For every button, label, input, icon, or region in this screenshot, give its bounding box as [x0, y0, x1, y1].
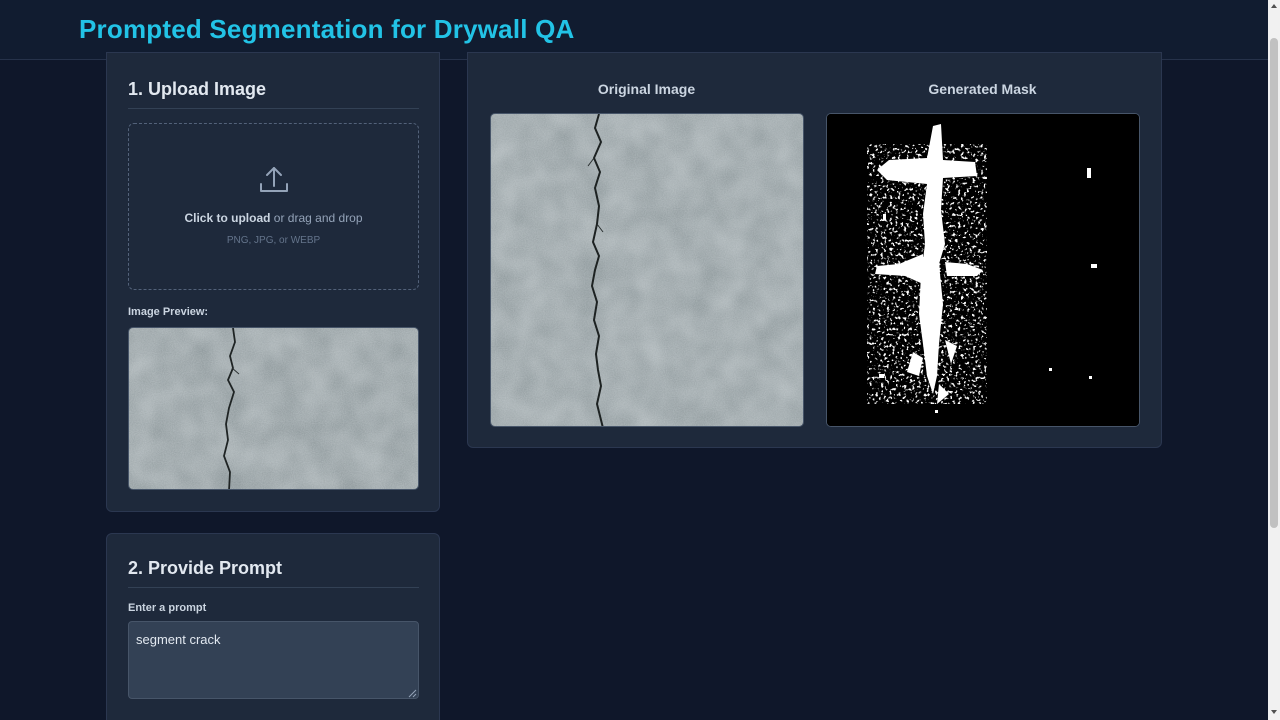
prompt-heading: 2. Provide Prompt — [128, 558, 419, 588]
original-image — [490, 113, 804, 427]
scroll-down-icon[interactable] — [1271, 710, 1277, 714]
dropzone-formats: PNG, JPG, or WEBP — [226, 235, 321, 246]
original-image-title: Original Image — [597, 81, 696, 97]
upload-icon — [260, 167, 288, 192]
prompt-panel: 2. Provide Prompt Enter a prompt segment… — [106, 533, 440, 720]
image-preview — [128, 327, 419, 490]
results-panel: Original Image Generated Mask — [467, 52, 1162, 448]
dropzone-hint: or drag and drop — [270, 211, 363, 225]
generated-mask-title: Generated Mask — [928, 81, 1037, 97]
upload-panel: 1. Upload Image Click to upload or drag … — [106, 52, 440, 512]
dropzone-upload-link[interactable]: Click to upload — [184, 211, 270, 225]
prompt-textarea[interactable]: segment crack — [128, 621, 419, 699]
top-bar: Prompted Segmentation for Drywall QA — [0, 0, 1268, 60]
page-scrollbar[interactable] — [1268, 0, 1280, 720]
dropzone-text: Click to upload or drag and drop — [129, 211, 418, 225]
resize-handle-icon[interactable] — [407, 688, 417, 698]
upload-dropzone[interactable]: Click to upload or drag and drop PNG, JP… — [128, 123, 419, 290]
app-title: Prompted Segmentation for Drywall QA — [79, 14, 575, 44]
scroll-thumb[interactable] — [1270, 38, 1278, 528]
scroll-up-icon[interactable] — [1271, 4, 1277, 8]
generated-mask-image — [826, 113, 1140, 427]
preview-label: Image Preview: — [128, 306, 209, 318]
prompt-label: Enter a prompt — [128, 602, 207, 614]
upload-heading: 1. Upload Image — [128, 79, 419, 109]
